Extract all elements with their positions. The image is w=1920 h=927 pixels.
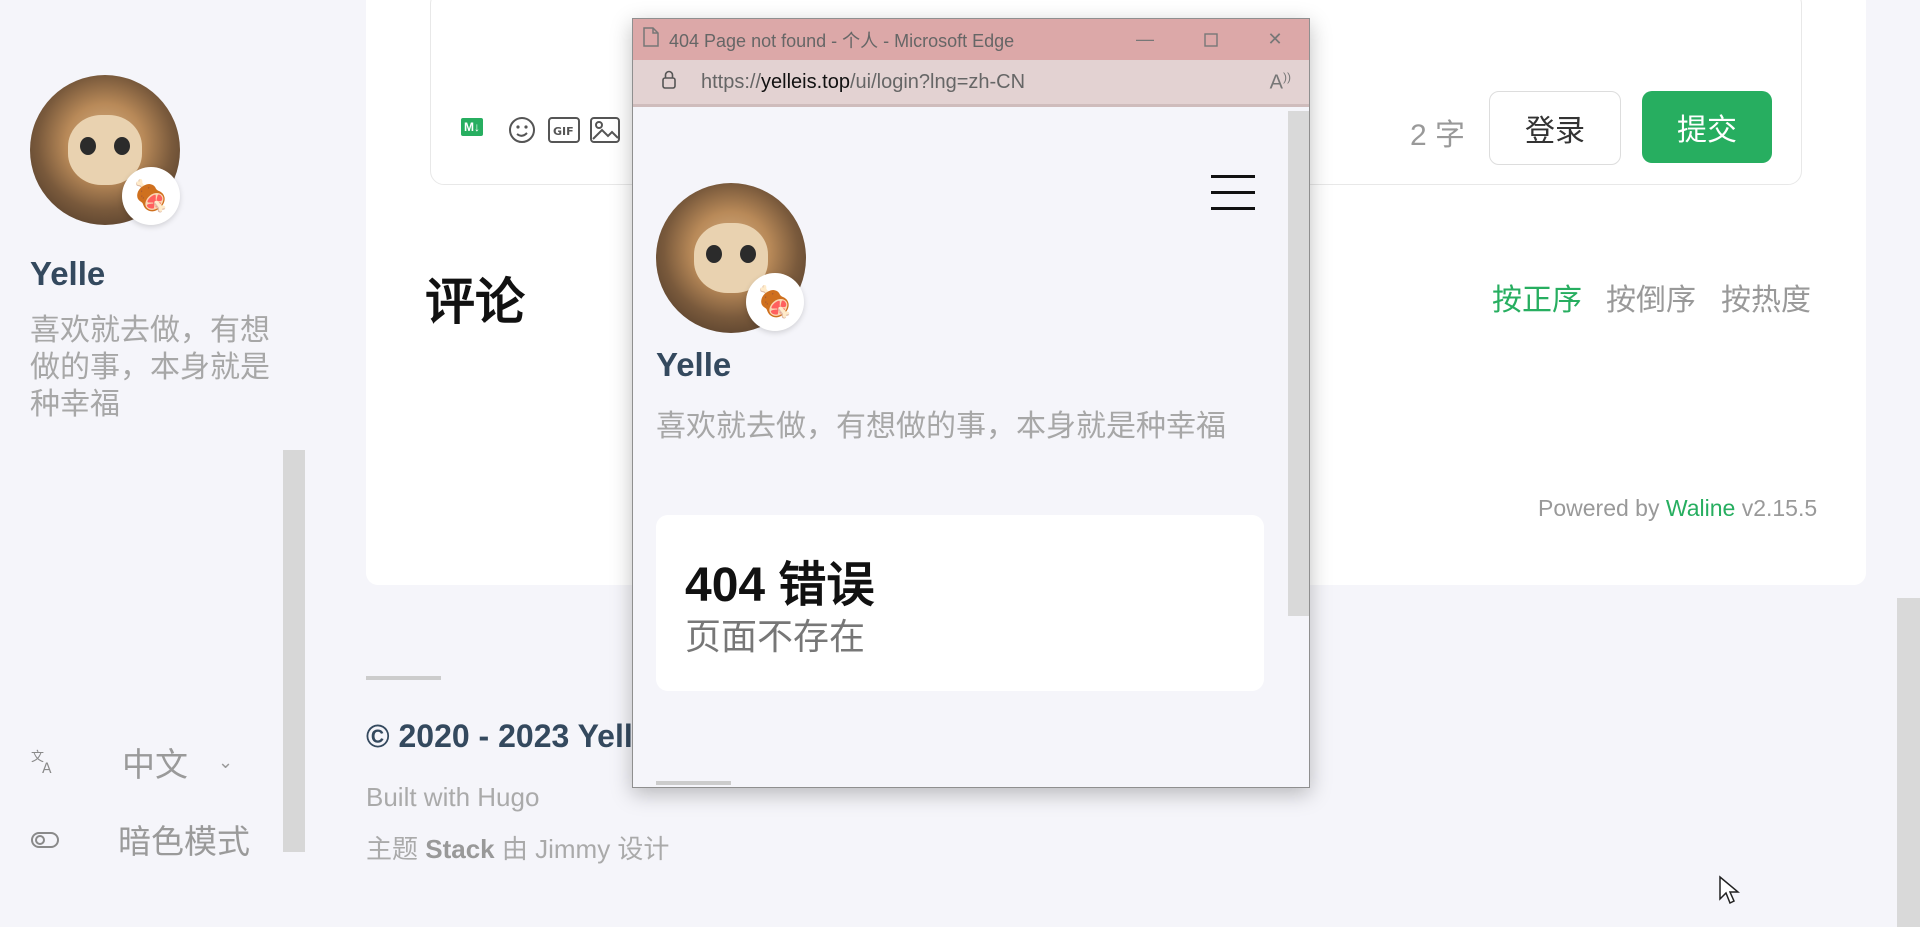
window-title: 404 Page not found - 个人 - Microsoft Edge [669,30,1015,51]
waline-version: v2.15.5 [1741,495,1818,521]
image-icon[interactable] [590,116,620,150]
chevron-down-icon: ⌄ [218,751,234,772]
theme-suffix: 由 Jimmy 设计 [501,834,670,864]
read-aloud-icon[interactable]: A)) [1270,70,1291,95]
copyright: © 2020 - 2023 Yelle [366,718,651,754]
word-count: 2 字 [1410,119,1466,152]
lock-icon [661,70,677,95]
gif-icon[interactable]: GIF [548,116,580,150]
login-button[interactable]: 登录 [1489,91,1621,165]
dark-mode-toggle[interactable]: 暗色模式 [30,815,250,863]
error-subtitle: 页面不存在 [685,616,866,657]
built-with-hugo[interactable]: Built with Hugo [366,782,539,813]
markdown-icon[interactable]: M↓ [461,118,483,136]
theme-prefix: 主题 [366,834,419,864]
popup-avatar-emoji-badge: 🍖 [746,273,804,331]
sort-ascending[interactable]: 按正序 [1492,275,1582,319]
powered-prefix: Powered by [1538,495,1660,521]
minimize-icon[interactable]: — [1111,19,1179,60]
theme-credit: 主题 Stack 由 Jimmy 设计 [366,829,669,866]
page-scrollbar[interactable] [1897,598,1920,927]
theme-name-link[interactable]: Stack [425,834,494,864]
emoji-icon[interactable] [508,116,536,150]
language-selector[interactable]: 文A 中文 ⌄ [30,738,233,786]
submit-button[interactable]: 提交 [1642,91,1772,163]
svg-text:A: A [42,761,52,775]
sidebar: 🍖 Yelle 喜欢就去做，有想做的事，本身就是种幸福 文A 中文 ⌄ 暗色模式 [0,0,310,927]
error-card: 404 错误 页面不存在 [656,515,1264,691]
popup-avatar[interactable]: 🍖 [656,183,806,333]
toggle-icon [30,824,60,854]
site-description: 喜欢就去做，有想做的事，本身就是种幸福 [30,314,270,421]
language-label: 中文 [122,746,188,783]
gif-label: GIF [553,125,574,138]
address-bar[interactable]: https://yelleis.top/ui/login?lng=zh-CN A… [633,60,1309,107]
url-path: /ui/login?lng=zh-CN [849,70,1026,93]
sidebar-scrollbar[interactable] [283,450,305,852]
url-domain: yelleis.top [761,70,850,93]
powered-by: Powered by Waline v2.15.5 [1538,495,1817,522]
footer-divider [366,676,441,680]
window-titlebar[interactable]: 404 Page not found - 个人 - Microsoft Edge… [633,19,1309,60]
site-name[interactable]: Yelle [30,255,105,293]
sort-descending[interactable]: 按倒序 [1606,275,1696,319]
translate-icon: 文A [30,747,60,777]
popup-footer-divider [656,781,731,785]
error-title: 404 错误 [685,559,875,612]
mouse-cursor-icon [1718,875,1741,912]
close-icon[interactable]: ✕ [1241,19,1309,60]
waline-link[interactable]: Waline [1666,495,1735,521]
sidebar-avatar[interactable]: 🍖 [30,75,180,225]
url-prefix: https:// [701,70,762,93]
popup-site-name[interactable]: Yelle [656,346,731,384]
page-icon [643,27,659,52]
popup-page-content: 🍖 Yelle 喜欢就去做，有想做的事，本身就是种幸福 404 错误 页面不存在 [633,111,1288,787]
avatar-emoji-badge: 🍖 [122,167,180,225]
sort-hot[interactable]: 按热度 [1721,275,1811,319]
maximize-icon[interactable] [1177,19,1245,60]
hamburger-menu-icon[interactable] [1211,175,1255,223]
edge-popup-window: 404 Page not found - 个人 - Microsoft Edge… [632,18,1310,788]
popup-scrollbar[interactable] [1288,111,1309,616]
popup-site-description: 喜欢就去做，有想做的事，本身就是种幸福 [656,410,1226,443]
dark-mode-label: 暗色模式 [118,823,250,860]
comments-title: 评论 [425,274,525,330]
